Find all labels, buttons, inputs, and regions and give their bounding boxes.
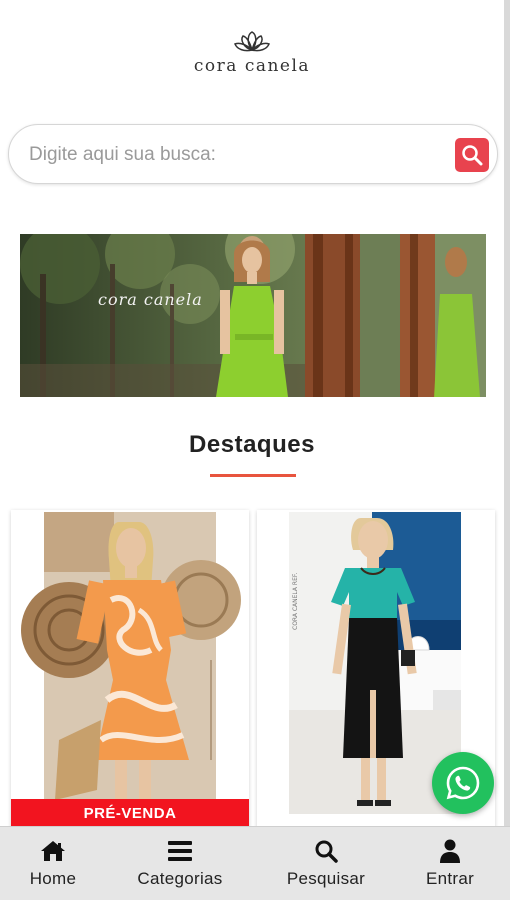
search-bar bbox=[8, 124, 498, 184]
scrollbar[interactable] bbox=[504, 0, 510, 900]
brand-logo[interactable]: cora canela bbox=[0, 30, 504, 76]
menu-icon bbox=[168, 841, 192, 861]
nav-login-label: Entrar bbox=[425, 869, 475, 888]
search-input[interactable] bbox=[29, 137, 449, 173]
product-image bbox=[11, 510, 249, 830]
logo-text: cora canela bbox=[193, 56, 311, 76]
nav-categories-label: Categorias bbox=[137, 869, 223, 888]
home-icon bbox=[41, 841, 65, 861]
whatsapp-button[interactable] bbox=[432, 752, 494, 814]
search-button[interactable] bbox=[455, 138, 489, 172]
nav-login[interactable]: Entrar bbox=[418, 827, 482, 900]
whatsapp-icon bbox=[446, 766, 480, 800]
nav-search[interactable]: Pesquisar bbox=[278, 827, 374, 900]
section-underline bbox=[210, 474, 296, 477]
hero-banner[interactable]: cora canela bbox=[20, 234, 486, 397]
user-icon bbox=[440, 839, 460, 863]
banner-brand-text: cora canela bbox=[98, 290, 203, 309]
nav-home-label: Home bbox=[29, 869, 77, 888]
product-card[interactable]: PRÉ-VENDA bbox=[11, 510, 249, 830]
banner-image bbox=[20, 234, 486, 397]
logo-ornament-icon bbox=[234, 31, 270, 52]
nav-home[interactable]: Home bbox=[23, 827, 83, 900]
search-icon bbox=[315, 840, 338, 863]
nav-categories[interactable]: Categorias bbox=[130, 827, 230, 900]
nav-search-label: Pesquisar bbox=[286, 869, 366, 888]
search-icon bbox=[462, 145, 483, 166]
pre-sale-badge: PRÉ-VENDA bbox=[11, 799, 249, 827]
bottom-nav: Home Categorias Pesquisar Entrar bbox=[0, 826, 510, 900]
section-title: Destaques bbox=[189, 431, 315, 458]
svg-text:CORA CANELA REF.: CORA CANELA REF. bbox=[292, 573, 299, 630]
